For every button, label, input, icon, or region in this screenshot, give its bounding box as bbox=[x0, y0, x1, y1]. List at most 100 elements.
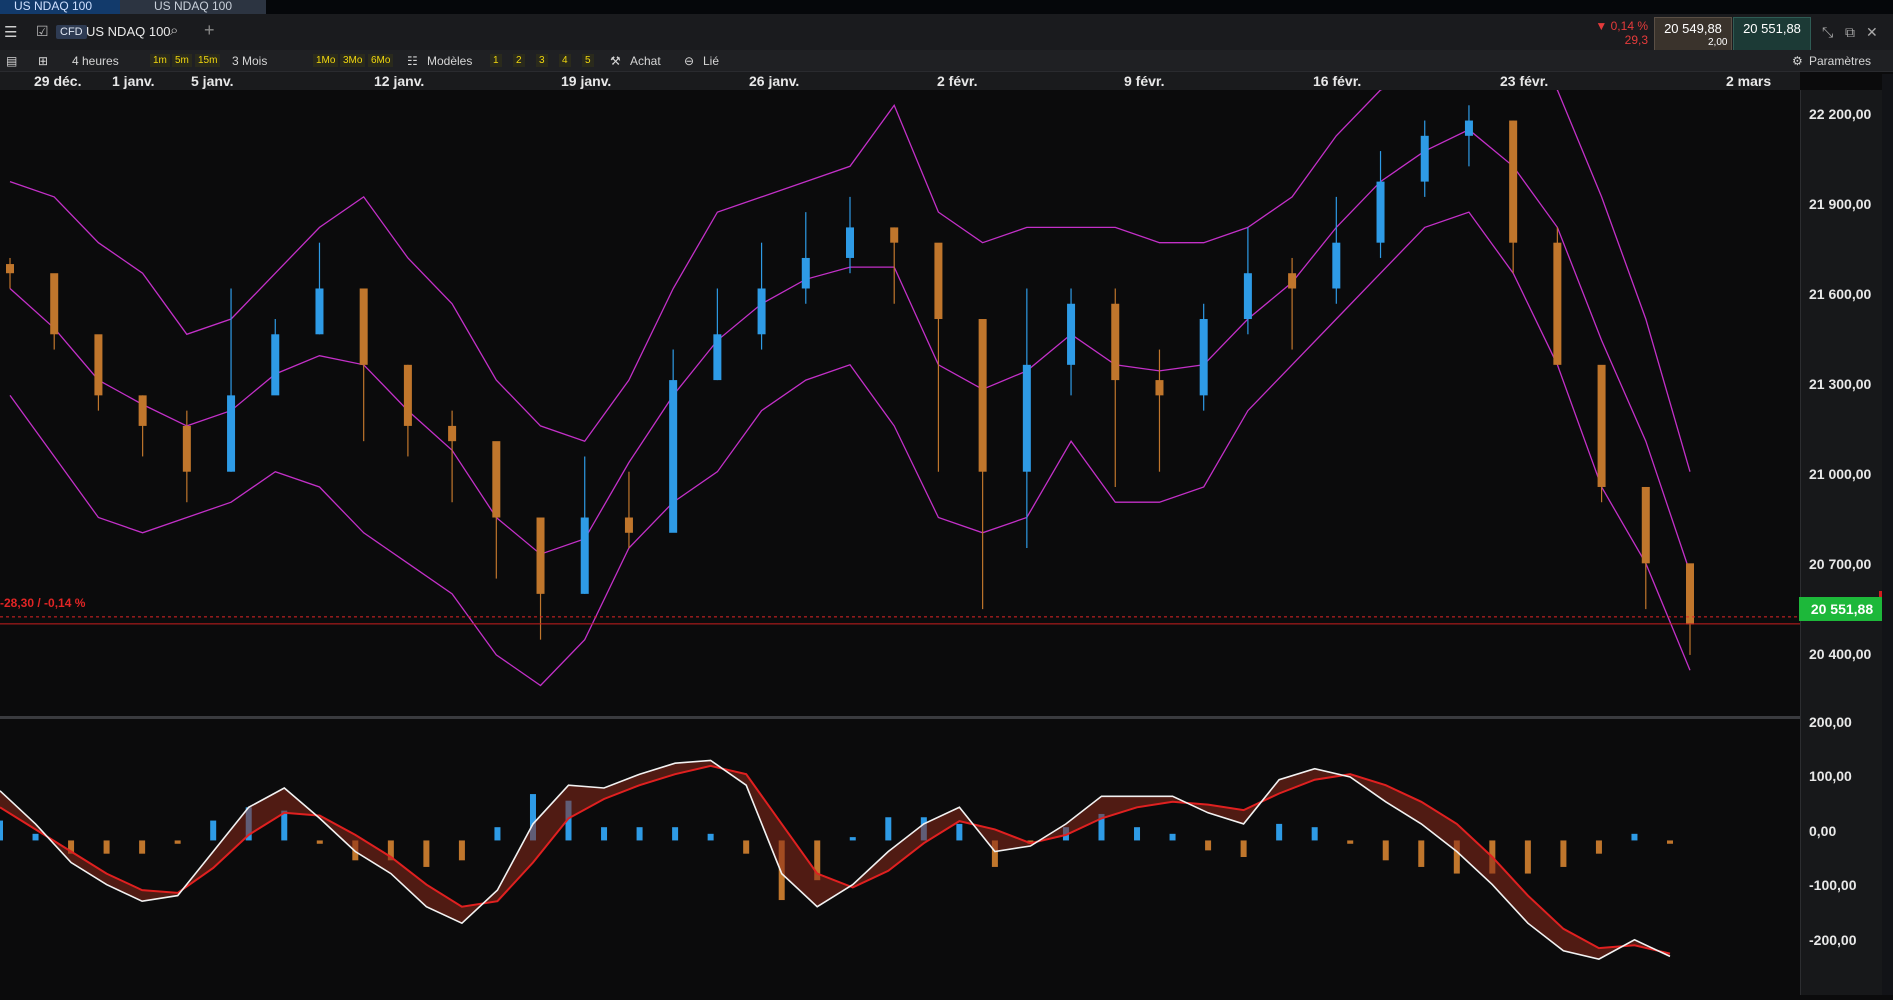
y-tick: 21 900,00 bbox=[1809, 196, 1872, 212]
candle-body bbox=[624, 517, 633, 533]
range-3mo[interactable]: 3Mo bbox=[340, 54, 366, 67]
x-tick: 19 janv. bbox=[561, 73, 612, 89]
candle-body bbox=[1420, 135, 1429, 182]
y-tick: 22 200,00 bbox=[1809, 106, 1872, 122]
settings-icon[interactable]: ⚙ bbox=[1792, 54, 1803, 68]
candle-body bbox=[6, 264, 14, 274]
linked-button[interactable]: Lié bbox=[703, 54, 719, 68]
candle-body bbox=[1686, 563, 1694, 625]
histogram-bar bbox=[885, 817, 892, 841]
candle-body bbox=[536, 517, 545, 594]
x-tick: 26 janv. bbox=[749, 73, 800, 89]
change-line-label: -28,30 / -0,14 % bbox=[0, 596, 86, 610]
model-5[interactable]: 5 bbox=[582, 54, 594, 67]
y-tick: 21 600,00 bbox=[1809, 286, 1872, 302]
middle-band bbox=[9, 128, 1691, 573]
change-percent: ▼ 0,14 % bbox=[1595, 19, 1648, 33]
x-tick: 9 févr. bbox=[1124, 73, 1165, 89]
histogram-bar bbox=[601, 827, 608, 841]
search-icon[interactable]: ⌕ bbox=[170, 22, 178, 39]
candle-body bbox=[1155, 380, 1164, 396]
candle-body bbox=[1464, 120, 1473, 136]
histogram-bar bbox=[849, 837, 856, 841]
instrument-name[interactable]: US NDAQ 100 bbox=[86, 24, 171, 39]
model-2[interactable]: 2 bbox=[513, 54, 525, 67]
candle-body bbox=[1022, 364, 1031, 472]
model-1[interactable]: 1 bbox=[490, 54, 502, 67]
checkbox-icon[interactable]: ☑ bbox=[36, 23, 49, 40]
range-1mo[interactable]: 1Mo bbox=[313, 54, 339, 67]
layout-icon[interactable]: ▤ bbox=[6, 54, 17, 68]
candle-body bbox=[448, 425, 457, 442]
settings-button[interactable]: Paramètres bbox=[1809, 54, 1871, 68]
interval-15m[interactable]: 15m bbox=[195, 54, 221, 67]
histogram-bar bbox=[0, 820, 3, 841]
close-icon[interactable]: ✕ bbox=[1866, 24, 1878, 41]
tab-us-ndaq-active[interactable]: US NDAQ 100 bbox=[0, 0, 120, 14]
candle-body bbox=[890, 227, 899, 243]
add-icon[interactable]: + bbox=[204, 20, 215, 41]
histogram-bar bbox=[1240, 840, 1247, 857]
histogram-bar bbox=[210, 820, 217, 841]
price-pane[interactable] bbox=[0, 43, 1800, 716]
x-tick: 23 févr. bbox=[1500, 73, 1549, 89]
candle-body bbox=[1376, 181, 1385, 243]
tab-bar: US NDAQ 100 US NDAQ 100 bbox=[0, 0, 1893, 14]
grid-icon[interactable]: ⊞ bbox=[38, 54, 48, 68]
candle-body bbox=[978, 319, 987, 472]
histogram-bar bbox=[316, 840, 323, 844]
y-tick: 100,00 bbox=[1809, 768, 1852, 784]
candle-body bbox=[846, 227, 854, 258]
tab-us-ndaq[interactable]: US NDAQ 100 bbox=[120, 0, 266, 14]
model-3[interactable]: 3 bbox=[536, 54, 548, 67]
histogram-bar bbox=[494, 827, 501, 841]
histogram-bar bbox=[1382, 840, 1389, 861]
histogram-bar bbox=[1631, 833, 1638, 841]
candle-body bbox=[1641, 486, 1650, 564]
interval-1m[interactable]: 1m bbox=[150, 54, 170, 67]
histogram-bar bbox=[1276, 823, 1283, 841]
cfd-badge: CFD bbox=[56, 25, 87, 39]
x-tick: 5 janv. bbox=[191, 73, 234, 89]
histogram-bar bbox=[956, 823, 963, 841]
range-6mo[interactable]: 6Mo bbox=[368, 54, 394, 67]
interval-5m[interactable]: 5m bbox=[172, 54, 192, 67]
y-tick: 21 300,00 bbox=[1809, 376, 1872, 392]
scrollbar[interactable] bbox=[1882, 74, 1893, 995]
buy-button[interactable]: Achat bbox=[630, 54, 661, 68]
period-select[interactable]: 4 heures bbox=[72, 54, 119, 68]
models-button[interactable]: Modèles bbox=[427, 54, 472, 68]
buy-price-button[interactable]: 20 551,88 bbox=[1733, 17, 1811, 51]
candle-body bbox=[1509, 120, 1518, 243]
candle-body bbox=[580, 517, 589, 594]
collapse-icon[interactable]: ⤡ bbox=[1822, 24, 1833, 41]
range-select[interactable]: 3 Mois bbox=[232, 54, 267, 68]
model-4[interactable]: 4 bbox=[559, 54, 571, 67]
current-price-label: 20 551,88 bbox=[1799, 597, 1885, 621]
x-tick: 2 mars bbox=[1726, 73, 1772, 89]
candle-body bbox=[1243, 273, 1252, 320]
histogram-bar bbox=[458, 840, 465, 861]
lower-band bbox=[9, 211, 1691, 687]
link-icon[interactable]: ⊖ bbox=[684, 54, 694, 68]
candle-body bbox=[669, 380, 678, 533]
histogram-bar bbox=[423, 840, 430, 867]
histogram-bar bbox=[1418, 840, 1425, 867]
histogram-bar bbox=[32, 833, 39, 841]
macd-pane[interactable] bbox=[0, 719, 1800, 995]
menu-icon[interactable]: ☰ bbox=[4, 23, 17, 41]
ask-value: 20 551,88 bbox=[1743, 21, 1801, 36]
candle-body bbox=[94, 334, 103, 396]
chart-toolbar: ▤ ⊞ 4 heures 1m 5m 15m 3 Mois 1Mo 3Mo 6M… bbox=[0, 50, 1893, 72]
y-tick: 21 000,00 bbox=[1809, 466, 1872, 482]
candle-body bbox=[138, 395, 147, 426]
candle-body bbox=[757, 288, 766, 335]
buy-icon[interactable]: ⚒ bbox=[610, 54, 621, 68]
popout-icon[interactable]: ⧉ bbox=[1845, 24, 1855, 41]
histogram-bar bbox=[1205, 840, 1212, 851]
models-icon[interactable]: ☷ bbox=[407, 54, 418, 68]
y-axis[interactable]: 22 200,00 21 900,00 21 600,00 21 300,00 … bbox=[1800, 90, 1893, 995]
candle-body bbox=[801, 257, 810, 289]
upper-band bbox=[9, 43, 1691, 472]
histogram-bar bbox=[636, 827, 643, 841]
